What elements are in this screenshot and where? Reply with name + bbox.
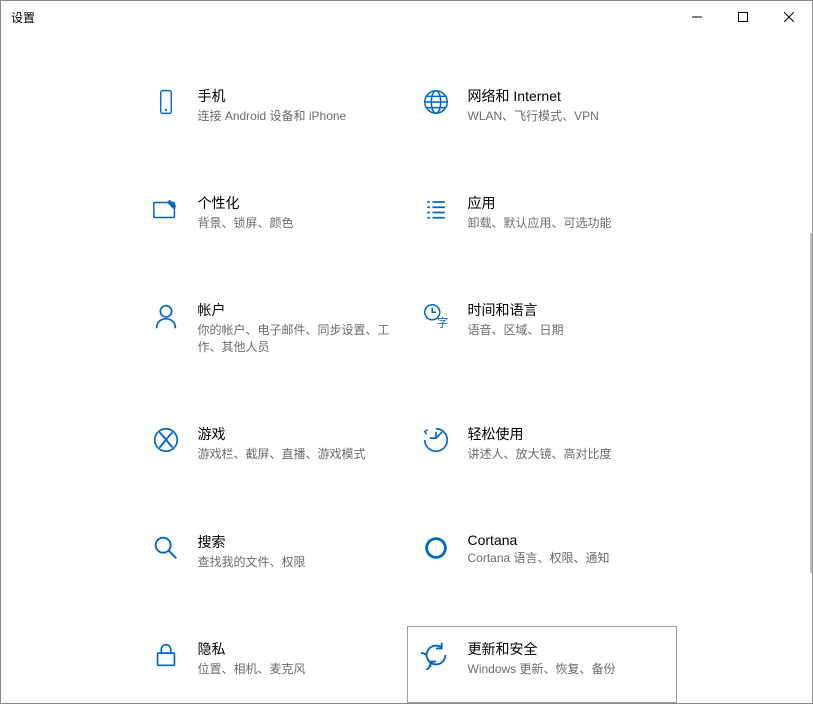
tile-title: 更新和安全 bbox=[468, 639, 664, 659]
tile-update-security[interactable]: 更新和安全 Windows 更新、恢复、备份 bbox=[407, 626, 677, 703]
minimize-button[interactable] bbox=[674, 1, 720, 33]
personalization-icon bbox=[150, 193, 182, 225]
tile-network[interactable]: 网络和 Internet WLAN、飞行模式、VPN bbox=[407, 73, 677, 150]
tile-subtitle: Cortana 语言、权限、通知 bbox=[468, 550, 664, 567]
tile-title: 搜索 bbox=[198, 532, 394, 552]
xbox-icon bbox=[150, 424, 182, 456]
close-button[interactable] bbox=[766, 1, 812, 33]
window-controls bbox=[674, 1, 812, 33]
tile-title: 帐户 bbox=[198, 300, 394, 320]
tile-title: 手机 bbox=[198, 86, 394, 106]
tile-title: 应用 bbox=[468, 193, 664, 213]
person-icon bbox=[150, 300, 182, 332]
tile-subtitle: 查找我的文件、权限 bbox=[198, 554, 394, 571]
tile-subtitle: 游戏栏、截屏、直播、游戏模式 bbox=[198, 446, 394, 463]
tile-subtitle: WLAN、飞行模式、VPN bbox=[468, 108, 664, 125]
time-language-icon: 字 bbox=[420, 300, 452, 332]
ease-of-access-icon bbox=[420, 424, 452, 456]
tile-apps[interactable]: 应用 卸载、默认应用、可选功能 bbox=[407, 180, 677, 257]
svg-text:字: 字 bbox=[436, 316, 447, 330]
tile-cortana[interactable]: Cortana Cortana 语言、权限、通知 bbox=[407, 519, 677, 596]
tile-title: 轻松使用 bbox=[468, 424, 664, 444]
phone-icon bbox=[150, 86, 182, 118]
tile-title: 游戏 bbox=[198, 424, 394, 444]
settings-grid: 手机 连接 Android 设备和 iPhone 网络和 Internet WL… bbox=[137, 33, 677, 703]
tile-privacy[interactable]: 隐私 位置、相机、麦克风 bbox=[137, 626, 407, 703]
tile-subtitle: 位置、相机、麦克风 bbox=[198, 661, 394, 678]
lock-icon bbox=[150, 639, 182, 671]
tile-phone[interactable]: 手机 连接 Android 设备和 iPhone bbox=[137, 73, 407, 150]
tile-subtitle: 讲述人、放大镜、高对比度 bbox=[468, 446, 664, 463]
tile-ease-of-access[interactable]: 轻松使用 讲述人、放大镜、高对比度 bbox=[407, 411, 677, 488]
maximize-button[interactable] bbox=[720, 1, 766, 33]
tile-title: Cortana bbox=[468, 532, 664, 548]
close-icon bbox=[784, 12, 794, 22]
titlebar: 设置 bbox=[1, 1, 812, 33]
search-icon bbox=[150, 532, 182, 564]
tile-subtitle: 卸载、默认应用、可选功能 bbox=[468, 215, 664, 232]
tile-subtitle: 语音、区域、日期 bbox=[468, 322, 664, 339]
maximize-icon bbox=[738, 12, 748, 22]
tile-accounts[interactable]: 帐户 你的帐户、电子邮件、同步设置、工作、其他人员 bbox=[137, 287, 407, 381]
tile-subtitle: 背景、锁屏、颜色 bbox=[198, 215, 394, 232]
tile-time-language[interactable]: 字 时间和语言 语音、区域、日期 bbox=[407, 287, 677, 381]
globe-icon bbox=[420, 86, 452, 118]
tile-subtitle: 你的帐户、电子邮件、同步设置、工作、其他人员 bbox=[198, 322, 394, 356]
content-area: 手机 连接 Android 设备和 iPhone 网络和 Internet WL… bbox=[1, 33, 812, 703]
scrollbar[interactable] bbox=[810, 233, 812, 573]
tile-title: 网络和 Internet bbox=[468, 86, 664, 106]
tile-title: 隐私 bbox=[198, 639, 394, 659]
tile-title: 个性化 bbox=[198, 193, 394, 213]
minimize-icon bbox=[692, 12, 702, 22]
update-icon bbox=[420, 639, 452, 671]
tile-personalization[interactable]: 个性化 背景、锁屏、颜色 bbox=[137, 180, 407, 257]
window-title: 设置 bbox=[11, 9, 35, 26]
tile-search[interactable]: 搜索 查找我的文件、权限 bbox=[137, 519, 407, 596]
tile-gaming[interactable]: 游戏 游戏栏、截屏、直播、游戏模式 bbox=[137, 411, 407, 488]
tile-title: 时间和语言 bbox=[468, 300, 664, 320]
tile-subtitle: 连接 Android 设备和 iPhone bbox=[198, 108, 394, 125]
tile-subtitle: Windows 更新、恢复、备份 bbox=[468, 661, 664, 678]
cortana-icon bbox=[420, 532, 452, 564]
apps-icon bbox=[420, 193, 452, 225]
